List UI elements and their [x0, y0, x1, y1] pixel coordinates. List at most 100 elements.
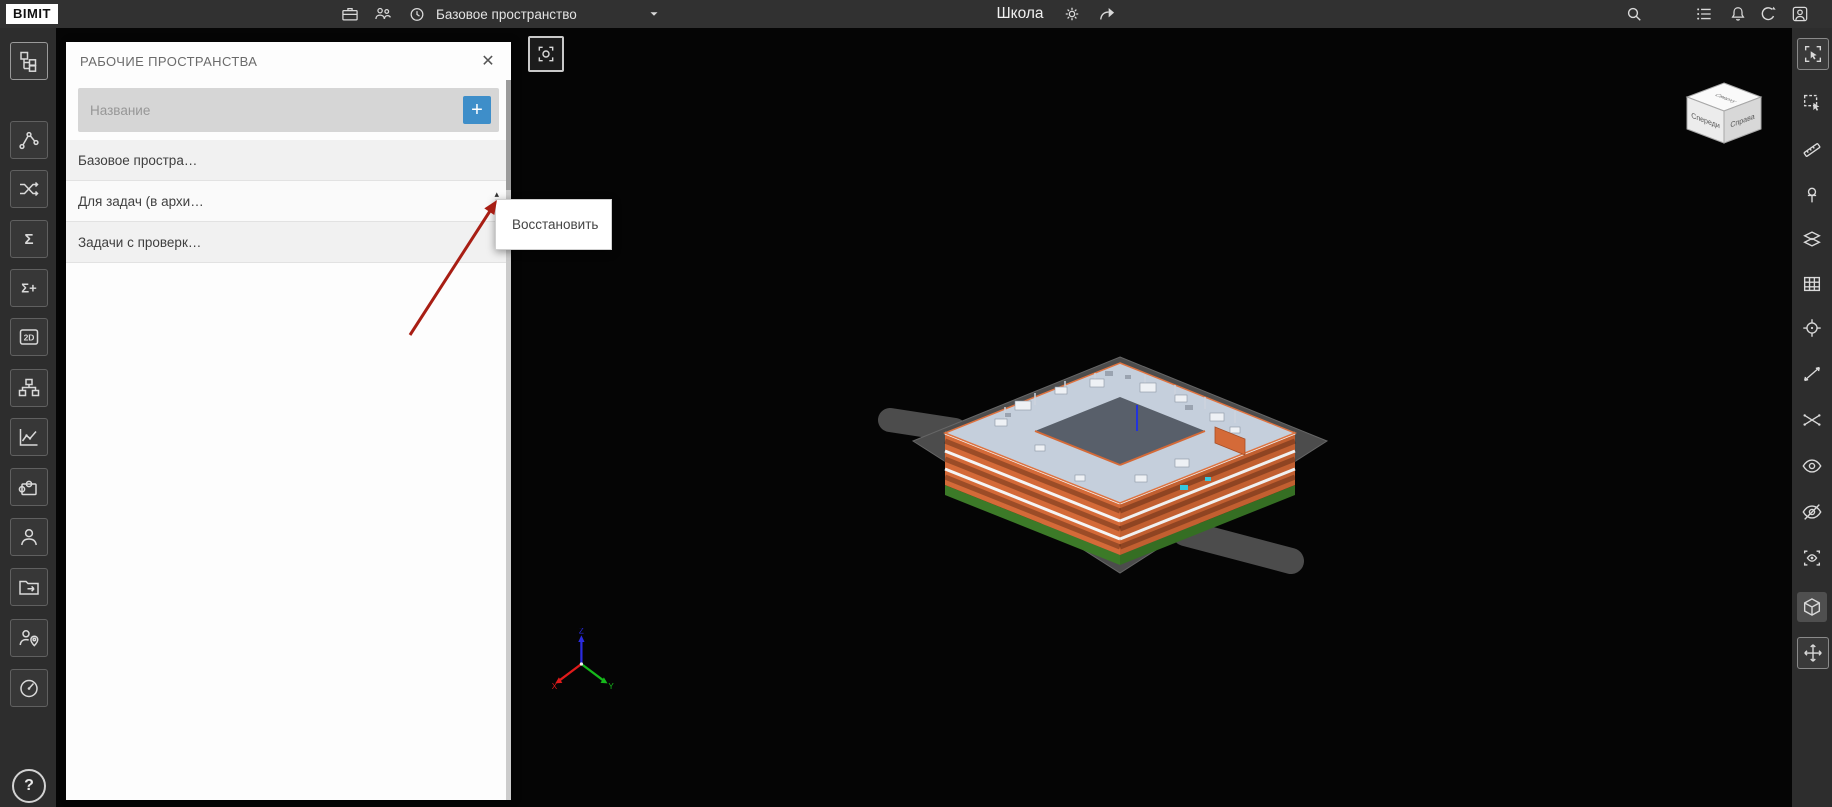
sigma-plus-icon: Σ+: [17, 276, 41, 300]
dashboard-button[interactable]: [10, 669, 48, 707]
restore-menu-item[interactable]: Восстановить: [496, 217, 611, 232]
bimit-app: BIMIT Базовое пространство Школа: [0, 0, 1832, 807]
workspaces-panel-header: РАБОЧИЕ ПРОСТРАНСТВА ✕: [66, 42, 511, 80]
user-icon: [17, 525, 41, 549]
search-button[interactable]: [1622, 3, 1646, 25]
panel-scrollbar-thumb[interactable]: [506, 80, 511, 190]
workspace-selector[interactable]: Базовое пространство: [436, 0, 661, 28]
refresh-button[interactable]: [1756, 3, 1780, 25]
settings-button[interactable]: [1060, 3, 1084, 25]
new-workspace-bar: +: [78, 88, 499, 132]
bell-icon: [1728, 4, 1748, 24]
focus-view-button[interactable]: [528, 36, 564, 72]
svg-text:Σ: Σ: [24, 231, 33, 248]
sum-plus-button[interactable]: Σ+: [10, 269, 48, 307]
hierarchy-button[interactable]: [10, 369, 48, 407]
notifications-button[interactable]: [1726, 3, 1750, 25]
navigation-cube[interactable]: Сверху Спереди Справа: [1679, 77, 1769, 155]
workspaces-panel: РАБОЧИЕ ПРОСТРАНСТВА ✕ + Базовое простра…: [66, 42, 511, 800]
svg-text:Z: Z: [579, 628, 584, 635]
plugins-button[interactable]: [10, 468, 48, 506]
move-arrows-icon: [1802, 642, 1824, 664]
svg-text:X: X: [552, 682, 558, 691]
share-button[interactable]: [1095, 3, 1119, 25]
select-window-button[interactable]: [1797, 87, 1827, 117]
topbar: BIMIT Базовое пространство Школа: [0, 0, 1832, 28]
fit-selection-button[interactable]: [1797, 38, 1829, 70]
select-window-icon: [1801, 91, 1823, 113]
workspace-row-label: Базовое простра…: [78, 153, 197, 168]
pin-button[interactable]: [1797, 180, 1827, 210]
panel-scrollbar[interactable]: [506, 80, 511, 800]
activity-chart-button[interactable]: [10, 418, 48, 456]
isolate-visibility-icon: [1801, 547, 1823, 569]
close-panel-button[interactable]: ✕: [477, 50, 499, 72]
model-tree-button[interactable]: [10, 42, 48, 80]
chevron-down-icon: [647, 7, 661, 21]
app-logo[interactable]: BIMIT: [6, 4, 58, 24]
building-model: [875, 335, 1365, 605]
axis-gizmo: Z X Y: [549, 628, 621, 700]
cube-icon: [1801, 596, 1823, 618]
workspace-row[interactable]: Задачи с проверк…: [66, 222, 511, 263]
hierarchy-icon: [17, 376, 41, 400]
list-menu-button[interactable]: [1692, 3, 1716, 25]
add-workspace-button[interactable]: +: [463, 96, 491, 124]
gauge-icon: [17, 676, 41, 700]
right-toolbar: [1792, 28, 1832, 807]
history-button[interactable]: [405, 3, 429, 25]
point-connector-icon: [17, 128, 41, 152]
dimension-icon: [1801, 363, 1823, 385]
show-button[interactable]: [1797, 451, 1827, 481]
svg-text:2D: 2D: [24, 333, 35, 343]
help-glyph: ?: [24, 777, 34, 795]
model-cube-button[interactable]: [1797, 592, 1827, 622]
clip-planes-icon: [1801, 228, 1823, 250]
workspace-row[interactable]: Для задач (в архи… ▴: [66, 181, 511, 222]
grid-button[interactable]: [1797, 269, 1827, 299]
export-button[interactable]: [10, 568, 48, 606]
refresh-icon: [1758, 4, 1778, 24]
ruler-icon: [1801, 139, 1823, 161]
clip-planes-button[interactable]: [1797, 224, 1827, 254]
focus-target-button[interactable]: [1797, 313, 1827, 343]
fit-selection-icon: [1802, 43, 1824, 65]
user-badge-icon: [1790, 4, 1810, 24]
eye-icon: [1801, 455, 1823, 477]
workspace-selector-value: Базовое пространство: [436, 7, 577, 22]
dimension-button[interactable]: [1797, 359, 1827, 389]
isolate-button[interactable]: [1797, 543, 1827, 573]
point-connector-button[interactable]: [10, 121, 48, 159]
account-button[interactable]: [1788, 3, 1812, 25]
users-button[interactable]: [10, 518, 48, 556]
shuffle-button[interactable]: [10, 170, 48, 208]
team-icon: [373, 4, 393, 24]
model-tree-icon: [17, 49, 41, 73]
user-location-button[interactable]: [10, 619, 48, 657]
share-arrow-icon: [1097, 4, 1117, 24]
shuffle-icon: [17, 177, 41, 201]
row-context-menu: Восстановить: [495, 199, 612, 250]
history-clock-icon: [407, 4, 427, 24]
hide-button[interactable]: [1797, 497, 1827, 527]
menu-list-icon: [1694, 4, 1714, 24]
help-button[interactable]: ?: [12, 769, 46, 803]
pin-icon: [1801, 184, 1823, 206]
intersect-lines-button[interactable]: [1797, 405, 1827, 435]
sum-button[interactable]: Σ: [10, 220, 48, 258]
grid-table-icon: [1801, 273, 1823, 295]
workspace-name-input[interactable]: [78, 103, 463, 118]
svg-text:Σ+: Σ+: [21, 281, 37, 296]
workspace-row-label: Задачи с проверк…: [78, 235, 201, 250]
measure-button[interactable]: [1797, 135, 1827, 165]
intersect-lines-icon: [1801, 409, 1823, 431]
workspace-row-label: Для задач (в архи…: [78, 194, 204, 209]
move-tool-button[interactable]: [1797, 637, 1829, 669]
briefcase-icon: [340, 4, 360, 24]
search-icon: [1624, 4, 1644, 24]
workspaces-panel-title: РАБОЧИЕ ПРОСТРАНСТВА: [80, 54, 257, 69]
view-2d-button[interactable]: 2D: [10, 318, 48, 356]
workspace-row[interactable]: Базовое простра…: [66, 140, 511, 181]
collaboration-button[interactable]: [371, 3, 395, 25]
projects-button[interactable]: [338, 3, 362, 25]
